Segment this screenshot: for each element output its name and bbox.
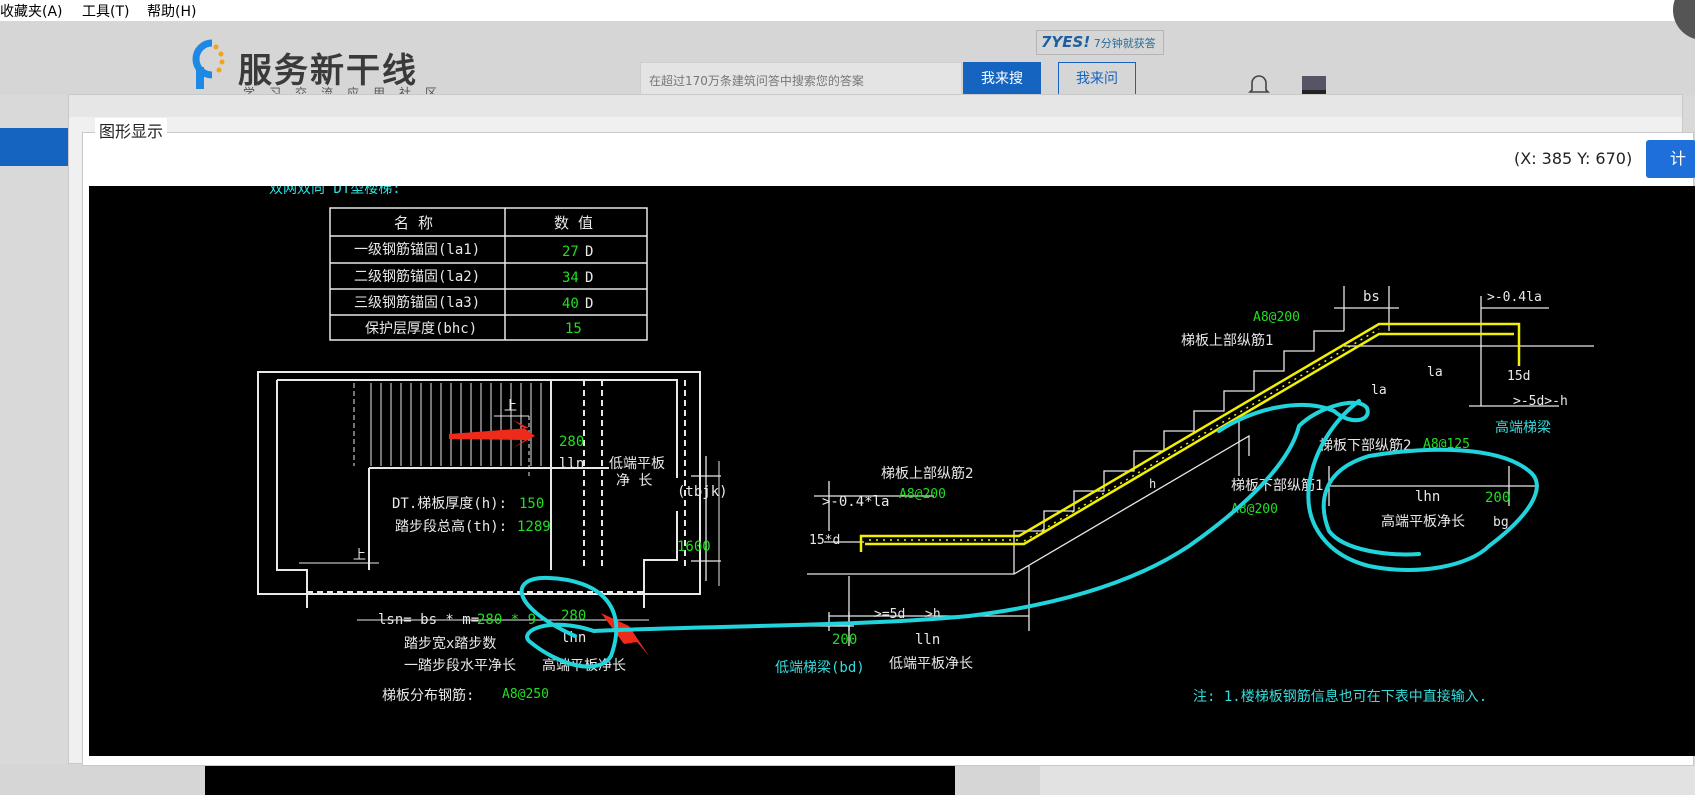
table-cell-name: 三级钢筋锚固(la3) bbox=[354, 294, 480, 311]
plan-dist-rebar-label: 梯板分布钢筋: bbox=[382, 687, 474, 704]
groupbox-legend: 图形显示 bbox=[95, 118, 168, 142]
site-nav-bar bbox=[0, 128, 70, 166]
section-h-mark: h bbox=[1149, 477, 1156, 491]
section-bg: bg bbox=[1493, 515, 1509, 530]
plan-thickness-value[interactable]: 150 bbox=[519, 496, 544, 512]
page-side-panel bbox=[1040, 764, 1695, 795]
section-lln-left: lln bbox=[915, 632, 940, 648]
table-cell-unit: D bbox=[585, 270, 593, 286]
plan-dist-rebar-value[interactable]: A8@250 bbox=[502, 687, 549, 702]
section-high-slab-net: 高端平板净长 bbox=[1381, 513, 1465, 530]
site-header: 服务新干线 学习交流应用社区 7YES! 7分钟就获答 在超过170万条建筑问答… bbox=[0, 21, 1695, 100]
section-bs: bs bbox=[1363, 289, 1380, 305]
plan-280-top[interactable]: 280 bbox=[559, 434, 584, 450]
search-button[interactable]: 我来搜 bbox=[963, 62, 1041, 96]
section-200-right[interactable]: 200 bbox=[1485, 490, 1510, 506]
plan-up-mark-2: 上 bbox=[353, 548, 366, 563]
stair-plan bbox=[257, 371, 701, 608]
ask-button[interactable]: 我来问 bbox=[1058, 62, 1136, 96]
drawing-note: 注: 1.楼梯板钢筋信息也可在下表中直接输入. bbox=[1193, 688, 1487, 705]
logo-icon bbox=[192, 39, 225, 89]
calculate-button[interactable]: 计 bbox=[1646, 140, 1695, 178]
plan-280-bottom[interactable]: 280 bbox=[561, 608, 586, 624]
section-04la: >-0.4*la bbox=[822, 494, 889, 510]
section-1600[interactable]: 1600 bbox=[677, 539, 711, 555]
plan-step-horizontal: 一踏步段水平净长 bbox=[404, 658, 516, 674]
yes-badge-brand: 7YES! bbox=[1041, 33, 1091, 51]
plan-height-value[interactable]: 1289 bbox=[517, 519, 551, 535]
section-top-rebar2: 梯板上部纵筋2 bbox=[881, 465, 973, 482]
red-arrow-icon bbox=[601, 613, 649, 656]
red-arrow-icon bbox=[449, 420, 535, 448]
stair-section bbox=[691, 286, 1594, 646]
plan-thickness-label: DT.梯板厚度(h): bbox=[392, 496, 507, 512]
section-tbjk: (tbjk) bbox=[677, 484, 728, 500]
section-top-rebar1: 梯板上部纵筋1 bbox=[1181, 332, 1273, 349]
plan-height-label: 踏步段总高(th): bbox=[395, 518, 507, 535]
plan-lsn-value[interactable]: 280 * 9 bbox=[477, 612, 536, 628]
menu-tools[interactable]: 工具(T) bbox=[82, 1, 129, 21]
table-cell-unit: D bbox=[585, 296, 593, 312]
plan-up-mark: 上 bbox=[504, 399, 517, 414]
table-cell-name: 二级钢筋锚固(la2) bbox=[354, 268, 480, 285]
section-top-rebar2-value[interactable]: A8@200 bbox=[899, 487, 946, 502]
plan-lln-top: lln bbox=[559, 456, 584, 472]
table-cell-value[interactable]: 34 bbox=[562, 270, 579, 286]
table-header-name: 名 称 bbox=[394, 214, 433, 232]
section-5d-h: >-5d>-h bbox=[1513, 394, 1568, 409]
table-cell-value[interactable]: 15 bbox=[565, 321, 582, 337]
page-cad-thumbnail bbox=[205, 764, 955, 795]
browser-menubar: 收藏夹(A) 工具(T) 帮助(H) bbox=[0, 0, 1695, 22]
yes-badge-text: 7分钟就获答 bbox=[1093, 37, 1156, 50]
plan-low-slab-1: 低端平板 bbox=[609, 456, 665, 472]
table-cell-unit: D bbox=[585, 244, 593, 260]
cad-drawing-canvas[interactable]: 双网双向 DT型楼梯: 名 称 数 值 一级钢筋锚固(la1) 27 D 二级钢… bbox=[89, 186, 1695, 756]
plan-low-slab-2: 净 长 bbox=[616, 473, 652, 489]
search-input[interactable]: 在超过170万条建筑问答中搜索您的答案 bbox=[640, 62, 962, 96]
table-cell-name: 一级钢筋锚固(la1) bbox=[354, 241, 480, 258]
section-200-left[interactable]: 200 bbox=[832, 632, 857, 648]
section-la: la bbox=[1427, 365, 1443, 380]
table-cell-value[interactable]: 27 bbox=[562, 244, 579, 260]
yes-badge[interactable]: 7YES! 7分钟就获答 bbox=[1036, 30, 1164, 55]
section-low-slab-net: 低端平板净长 bbox=[889, 656, 973, 672]
section-low-beam: 低端梯梁(bd) bbox=[775, 660, 865, 676]
dialog-titlebar[interactable] bbox=[69, 95, 1682, 117]
table-header-value: 数 值 bbox=[554, 214, 593, 232]
table-cell-name: 保护层厚度(bhc) bbox=[365, 321, 477, 337]
section-15d-left: 15*d bbox=[809, 533, 840, 548]
plan-step-desc: 踏步宽x踏步数 bbox=[404, 635, 496, 652]
section-high-beam: 高端梯梁 bbox=[1495, 419, 1551, 436]
plan-lsn-label: lsn= bs * m= bbox=[378, 612, 479, 628]
menu-favorites[interactable]: 收藏夹(A) bbox=[0, 1, 63, 21]
section-top-rebar1-value[interactable]: A8@200 bbox=[1253, 310, 1300, 325]
section-04la-right: >-0.4la bbox=[1487, 290, 1542, 305]
section-lhn: lhn bbox=[1415, 489, 1440, 505]
section-15d: 15d bbox=[1507, 369, 1530, 384]
cursor-coordinates: (X: 385 Y: 670) bbox=[1514, 149, 1633, 168]
table-cell-value[interactable]: 40 bbox=[562, 296, 579, 312]
drawing-header: 双网双向 DT型楼梯: bbox=[269, 186, 401, 197]
section-la-left: la bbox=[1371, 383, 1387, 398]
menu-help[interactable]: 帮助(H) bbox=[147, 1, 196, 21]
